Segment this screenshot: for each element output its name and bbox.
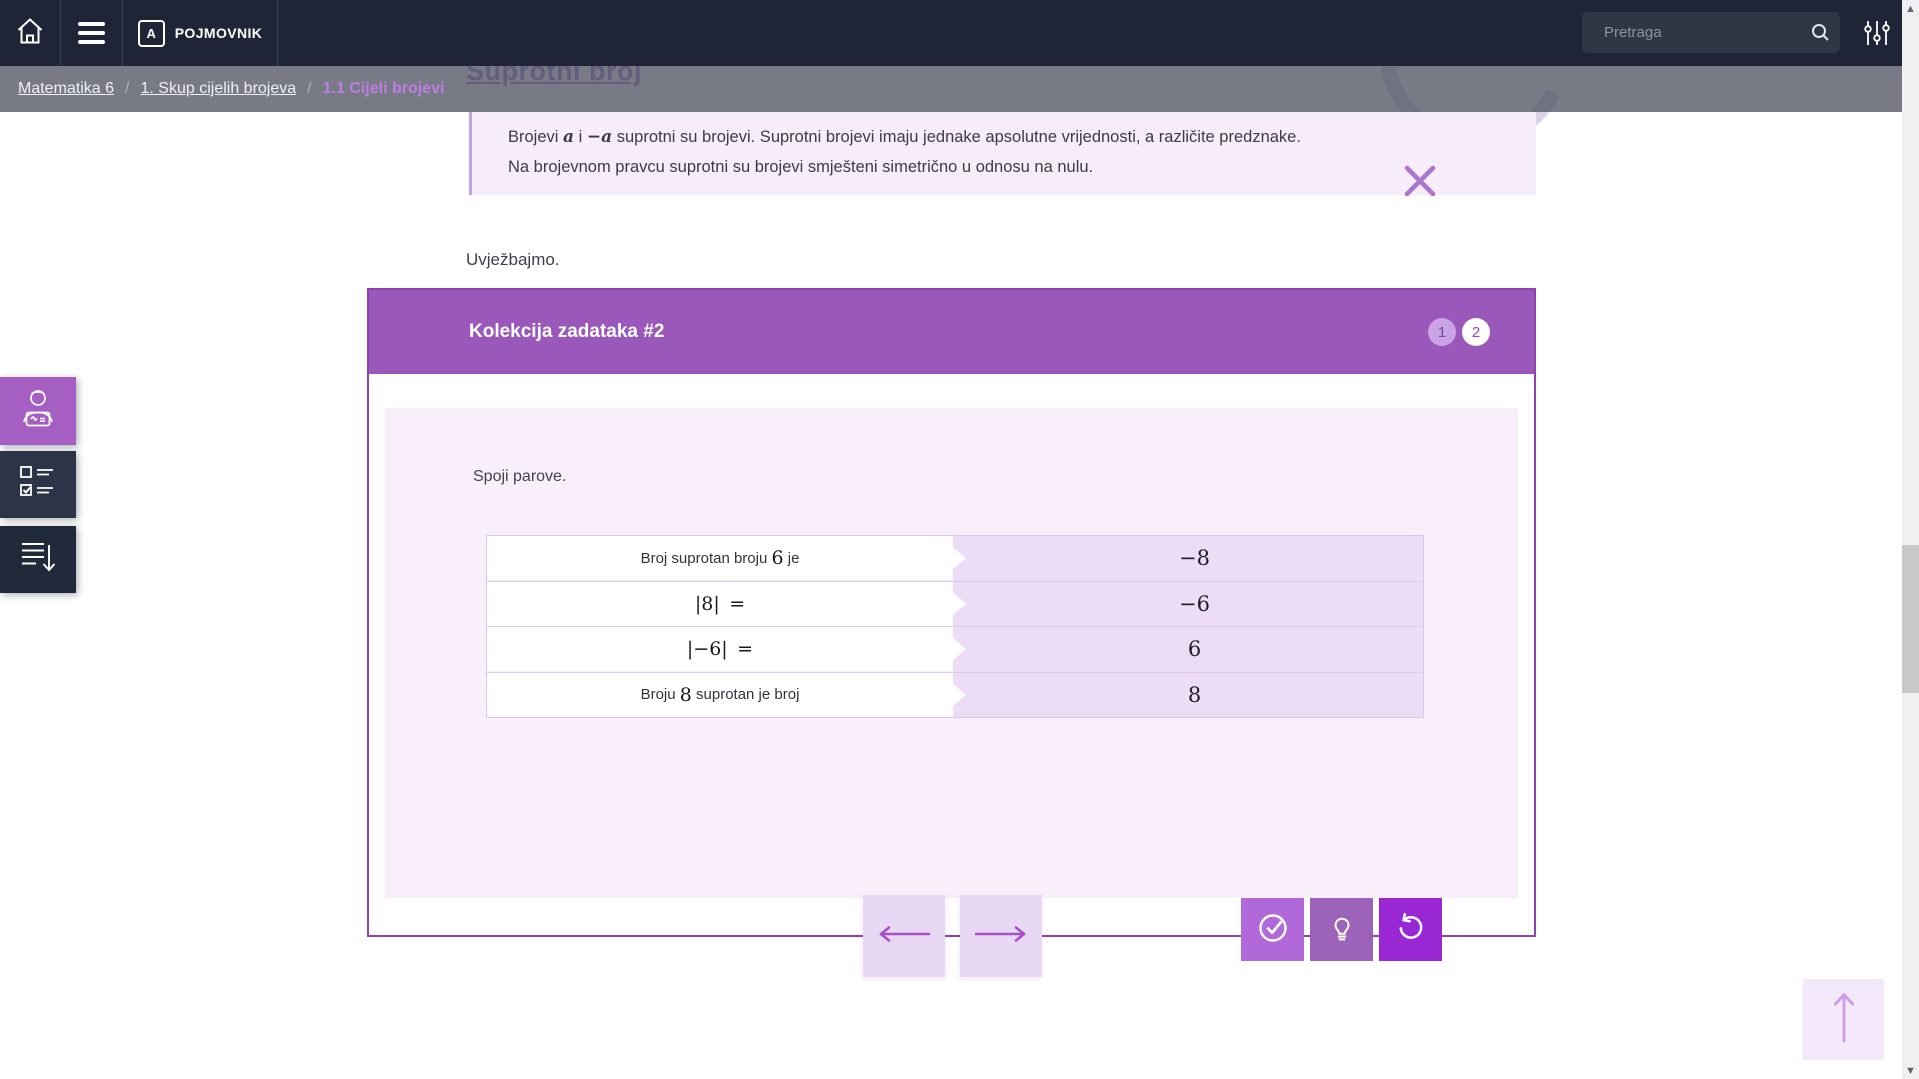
breadcrumb-link-unit[interactable]: 1. Skup cijelih brojeva [141,80,297,98]
home-icon [15,16,45,51]
lightbulb-icon [1323,909,1361,950]
pair-left-prompt: |8| = [487,582,966,627]
prompt-math: |−6| = [687,638,753,660]
breadcrumb-current: 1.1 Cijeli brojevi [323,80,445,98]
exercise-card-header: Kolekcija zadataka #2 1 2 [369,290,1534,374]
next-exercise-button[interactable] [960,895,1042,977]
reset-button[interactable] [1379,898,1442,961]
teacher-avatar-icon [16,386,60,437]
prompt-text: je [784,550,800,567]
navbar-divider [277,0,278,66]
prompt-text: suprotan je broj [692,686,800,703]
reset-icon [1392,909,1430,950]
close-icon[interactable] [1402,164,1438,198]
exercise-panel: Spoji parove. Broj suprotan broju 6 je −… [385,408,1518,898]
scrollbar-thumb[interactable] [1902,545,1919,693]
arrow-right-icon [973,925,1029,948]
action-buttons [1241,898,1442,961]
pair-row: |8| = −6 [487,582,1423,628]
sidebar-item-tutor[interactable] [0,377,76,445]
list-down-icon [18,538,58,581]
settings-sliders-icon[interactable] [1862,18,1892,48]
definition-text: suprotni su brojevi. Suprotni brojevi im… [612,128,1301,146]
sidebar-item-tasks[interactable] [0,451,76,518]
prompt-math: |8| = [695,593,745,615]
pair-left-prompt: Broj suprotan broju 6 je [487,536,966,581]
practice-intro: Uvježbajmo. [466,250,560,270]
page: Suprotni broj Brojevi a i −a suprotni su… [0,0,1919,1079]
prompt-text: Broju [641,686,680,703]
pair-right-answer[interactable]: 6 [966,627,1423,672]
definition-text: Brojevi [508,128,563,146]
prompt-math: 8 [680,684,692,706]
breadcrumb: Matematika 6 / 1. Skup cijelih brojeva /… [0,66,1902,112]
arrow-up-icon [1832,991,1856,1048]
exercise-instruction: Spoji parove. [473,468,566,486]
check-answer-button[interactable] [1241,898,1304,961]
breadcrumb-separator: / [114,80,140,98]
definition-line-1: Brojevi a i −a suprotni su brojevi. Supr… [508,122,1536,152]
definition-line-2: Na brojevnom pravcu suprotni su brojevi … [508,152,1536,182]
pair-right-answer[interactable]: −6 [966,582,1423,627]
page-scrollbar: ▲︎ ▼︎ [1902,0,1919,1079]
home-button[interactable] [0,0,60,66]
definition-box: Brojevi a i −a suprotni su brojevi. Supr… [469,112,1536,195]
breadcrumb-link-subject[interactable]: Matematika 6 [18,80,114,98]
collection-title: Kolekcija zadataka #2 [469,290,664,374]
pair-row: Broju 8 suprotan je broj 8 [487,673,1423,718]
arrow-left-icon [876,925,932,948]
glossary-a-icon: A [138,20,165,47]
glossary-button[interactable]: A POJMOVNIK [123,0,277,66]
scroll-to-top-button[interactable] [1803,979,1884,1060]
checklist-icon [18,464,58,505]
pair-left-prompt: |−6| = [487,627,966,672]
sidebar-item-summary[interactable] [0,526,76,593]
scrollbar-up-icon[interactable]: ▲︎ [1902,0,1919,17]
glossary-label: POJMOVNIK [175,25,263,41]
search-input[interactable] [1582,24,1811,41]
definition-text: i [574,128,587,146]
hamburger-icon [78,22,105,44]
check-circle-icon [1254,909,1292,950]
matching-table: Broj suprotan broju 6 je −8 |8| = −6 |−6… [486,535,1424,718]
math-var-a: a [563,127,574,147]
math-var-neg-a: −a [587,127,612,147]
pair-right-answer[interactable]: 8 [966,673,1423,718]
pager-dot-2[interactable]: 2 [1462,318,1490,346]
prompt-text: Broj suprotan broju [641,550,772,567]
exercise-card: Kolekcija zadataka #2 1 2 Spoji parove. … [367,288,1536,937]
pair-row: Broj suprotan broju 6 je −8 [487,536,1423,582]
breadcrumb-separator: / [296,80,322,98]
pair-row: |−6| = 6 [487,627,1423,673]
top-navbar: A POJMOVNIK [0,0,1902,66]
previous-exercise-button[interactable] [863,895,945,977]
pager-dot-1[interactable]: 1 [1428,318,1456,346]
pair-right-answer[interactable]: −8 [966,536,1423,581]
exercise-pager: 1 2 [1428,318,1490,346]
pair-left-prompt: Broju 8 suprotan je broj [487,673,966,718]
hint-button[interactable] [1310,898,1373,961]
menu-button[interactable] [61,0,122,66]
search-box [1582,12,1840,53]
scrollbar-down-icon[interactable]: ▼︎ [1902,1062,1919,1079]
search-icon[interactable] [1811,23,1830,42]
prompt-math: 6 [771,547,783,569]
